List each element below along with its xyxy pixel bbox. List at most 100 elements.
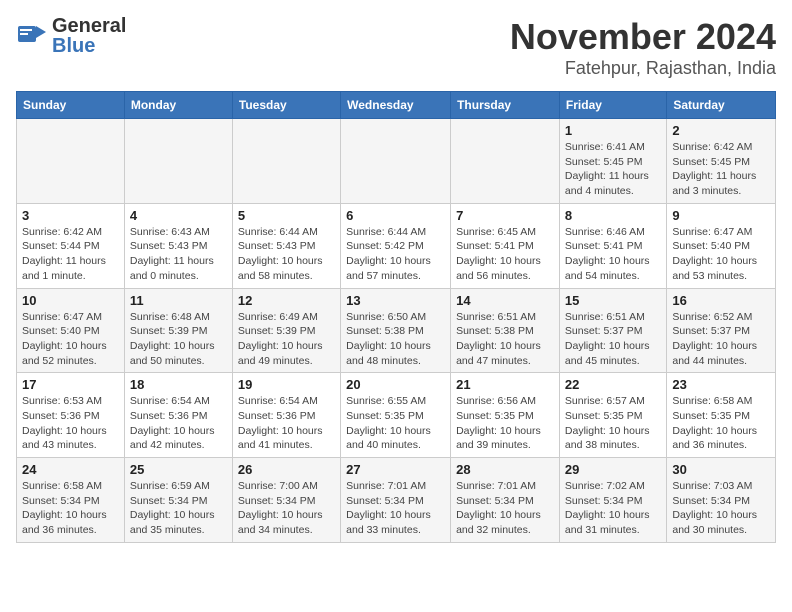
calendar-cell: 2 Sunrise: 6:42 AM Sunset: 5:45 PM Daylig… xyxy=(667,119,776,204)
logo: GeneralBlue xyxy=(16,16,126,56)
day-number: 20 xyxy=(346,377,445,392)
calendar-title-area: November 2024 Fatehpur, Rajasthan, India xyxy=(510,16,776,79)
day-number: 5 xyxy=(238,208,335,223)
day-info: Sunrise: 6:51 AM Sunset: 5:37 PM Dayligh… xyxy=(565,310,661,369)
day-info: Sunrise: 6:50 AM Sunset: 5:38 PM Dayligh… xyxy=(346,310,445,369)
day-info: Sunrise: 6:52 AM Sunset: 5:37 PM Dayligh… xyxy=(672,310,770,369)
calendar-week-1: 1Sunrise: 6:41 AM Sunset: 5:45 PM Daylig… xyxy=(17,119,776,204)
day-info: Sunrise: 7:01 AM Sunset: 5:34 PM Dayligh… xyxy=(346,479,445,538)
header-wednesday: Wednesday xyxy=(341,92,451,119)
calendar-cell: 16 Sunrise: 6:52 AM Sunset: 5:37 PM Dayli… xyxy=(667,288,776,373)
calendar-week-5: 24 Sunrise: 6:58 AM Sunset: 5:34 PM Dayli… xyxy=(17,458,776,543)
day-info: Sunrise: 6:42 AM Sunset: 5:44 PM Dayligh… xyxy=(22,225,119,284)
calendar-cell: 11Sunrise: 6:48 AM Sunset: 5:39 PM Dayli… xyxy=(124,288,232,373)
day-info: Sunrise: 7:00 AM Sunset: 5:34 PM Dayligh… xyxy=(238,479,335,538)
calendar-cell: 18 Sunrise: 6:54 AM Sunset: 5:36 PM Dayli… xyxy=(124,373,232,458)
calendar-cell: 22 Sunrise: 6:57 AM Sunset: 5:35 PM Dayli… xyxy=(559,373,666,458)
day-info: Sunrise: 6:48 AM Sunset: 5:39 PM Dayligh… xyxy=(130,310,227,369)
calendar-cell: 25Sunrise: 6:59 AM Sunset: 5:34 PM Dayli… xyxy=(124,458,232,543)
day-number: 17 xyxy=(22,377,119,392)
calendar-cell xyxy=(124,119,232,204)
day-number: 3 xyxy=(22,208,119,223)
header-tuesday: Tuesday xyxy=(232,92,340,119)
day-info: Sunrise: 6:53 AM Sunset: 5:36 PM Dayligh… xyxy=(22,394,119,453)
calendar-week-3: 10Sunrise: 6:47 AM Sunset: 5:40 PM Dayli… xyxy=(17,288,776,373)
day-number: 24 xyxy=(22,462,119,477)
calendar-cell: 14 Sunrise: 6:51 AM Sunset: 5:38 PM Dayli… xyxy=(451,288,560,373)
calendar-cell: 1Sunrise: 6:41 AM Sunset: 5:45 PM Daylig… xyxy=(559,119,666,204)
day-info: Sunrise: 6:58 AM Sunset: 5:34 PM Dayligh… xyxy=(22,479,119,538)
calendar-cell: 10Sunrise: 6:47 AM Sunset: 5:40 PM Dayli… xyxy=(17,288,125,373)
day-number: 18 xyxy=(130,377,227,392)
day-info: Sunrise: 6:44 AM Sunset: 5:43 PM Dayligh… xyxy=(238,225,335,284)
day-info: Sunrise: 6:54 AM Sunset: 5:36 PM Dayligh… xyxy=(238,394,335,453)
day-info: Sunrise: 6:51 AM Sunset: 5:38 PM Dayligh… xyxy=(456,310,554,369)
calendar-cell: 23Sunrise: 6:58 AM Sunset: 5:35 PM Dayli… xyxy=(667,373,776,458)
day-info: Sunrise: 6:59 AM Sunset: 5:34 PM Dayligh… xyxy=(130,479,227,538)
day-number: 10 xyxy=(22,293,119,308)
header-thursday: Thursday xyxy=(451,92,560,119)
day-info: Sunrise: 6:49 AM Sunset: 5:39 PM Dayligh… xyxy=(238,310,335,369)
calendar-cell: 9 Sunrise: 6:47 AM Sunset: 5:40 PM Daylig… xyxy=(667,203,776,288)
day-number: 8 xyxy=(565,208,661,223)
header-sunday: Sunday xyxy=(17,92,125,119)
day-info: Sunrise: 6:54 AM Sunset: 5:36 PM Dayligh… xyxy=(130,394,227,453)
month-title: November 2024 xyxy=(510,16,776,58)
calendar-cell xyxy=(17,119,125,204)
calendar-cell: 19 Sunrise: 6:54 AM Sunset: 5:36 PM Dayli… xyxy=(232,373,340,458)
calendar-cell: 28 Sunrise: 7:01 AM Sunset: 5:34 PM Dayli… xyxy=(451,458,560,543)
day-info: Sunrise: 7:03 AM Sunset: 5:34 PM Dayligh… xyxy=(672,479,770,538)
calendar-cell: 27 Sunrise: 7:01 AM Sunset: 5:34 PM Dayli… xyxy=(341,458,451,543)
calendar-cell: 30 Sunrise: 7:03 AM Sunset: 5:34 PM Dayli… xyxy=(667,458,776,543)
day-info: Sunrise: 7:01 AM Sunset: 5:34 PM Dayligh… xyxy=(456,479,554,538)
header-saturday: Saturday xyxy=(667,92,776,119)
calendar-table: SundayMondayTuesdayWednesdayThursdayFrid… xyxy=(16,91,776,543)
day-number: 12 xyxy=(238,293,335,308)
calendar-header-row: SundayMondayTuesdayWednesdayThursdayFrid… xyxy=(17,92,776,119)
day-info: Sunrise: 6:44 AM Sunset: 5:42 PM Dayligh… xyxy=(346,225,445,284)
calendar-cell: 3 Sunrise: 6:42 AM Sunset: 5:44 PM Daylig… xyxy=(17,203,125,288)
calendar-cell: 24 Sunrise: 6:58 AM Sunset: 5:34 PM Dayli… xyxy=(17,458,125,543)
day-info: Sunrise: 6:55 AM Sunset: 5:35 PM Dayligh… xyxy=(346,394,445,453)
calendar-cell: 29 Sunrise: 7:02 AM Sunset: 5:34 PM Dayli… xyxy=(559,458,666,543)
day-number: 2 xyxy=(672,123,770,138)
day-number: 15 xyxy=(565,293,661,308)
day-info: Sunrise: 6:47 AM Sunset: 5:40 PM Dayligh… xyxy=(672,225,770,284)
calendar-cell: 8 Sunrise: 6:46 AM Sunset: 5:41 PM Daylig… xyxy=(559,203,666,288)
day-number: 22 xyxy=(565,377,661,392)
day-number: 29 xyxy=(565,462,661,477)
day-number: 14 xyxy=(456,293,554,308)
logo-text: GeneralBlue xyxy=(52,16,126,56)
calendar-cell: 6 Sunrise: 6:44 AM Sunset: 5:42 PM Daylig… xyxy=(341,203,451,288)
calendar-cell xyxy=(232,119,340,204)
day-number: 4 xyxy=(130,208,227,223)
calendar-cell: 7Sunrise: 6:45 AM Sunset: 5:41 PM Daylig… xyxy=(451,203,560,288)
day-info: Sunrise: 6:57 AM Sunset: 5:35 PM Dayligh… xyxy=(565,394,661,453)
day-number: 9 xyxy=(672,208,770,223)
calendar-cell: 13 Sunrise: 6:50 AM Sunset: 5:38 PM Dayli… xyxy=(341,288,451,373)
day-number: 13 xyxy=(346,293,445,308)
header-monday: Monday xyxy=(124,92,232,119)
day-number: 27 xyxy=(346,462,445,477)
day-info: Sunrise: 6:45 AM Sunset: 5:41 PM Dayligh… xyxy=(456,225,554,284)
day-info: Sunrise: 6:43 AM Sunset: 5:43 PM Dayligh… xyxy=(130,225,227,284)
calendar-cell: 15 Sunrise: 6:51 AM Sunset: 5:37 PM Dayli… xyxy=(559,288,666,373)
day-number: 19 xyxy=(238,377,335,392)
calendar-cell: 5 Sunrise: 6:44 AM Sunset: 5:43 PM Daylig… xyxy=(232,203,340,288)
calendar-cell: 21 Sunrise: 6:56 AM Sunset: 5:35 PM Dayli… xyxy=(451,373,560,458)
calendar-week-4: 17 Sunrise: 6:53 AM Sunset: 5:36 PM Dayli… xyxy=(17,373,776,458)
day-info: Sunrise: 6:56 AM Sunset: 5:35 PM Dayligh… xyxy=(456,394,554,453)
day-number: 28 xyxy=(456,462,554,477)
day-number: 16 xyxy=(672,293,770,308)
day-info: Sunrise: 7:02 AM Sunset: 5:34 PM Dayligh… xyxy=(565,479,661,538)
day-number: 1 xyxy=(565,123,661,138)
day-number: 6 xyxy=(346,208,445,223)
day-number: 21 xyxy=(456,377,554,392)
calendar-cell xyxy=(451,119,560,204)
day-info: Sunrise: 6:42 AM Sunset: 5:45 PM Dayligh… xyxy=(672,140,770,199)
day-info: Sunrise: 6:46 AM Sunset: 5:41 PM Dayligh… xyxy=(565,225,661,284)
day-number: 26 xyxy=(238,462,335,477)
calendar-cell: 26 Sunrise: 7:00 AM Sunset: 5:34 PM Dayli… xyxy=(232,458,340,543)
day-number: 30 xyxy=(672,462,770,477)
calendar-cell xyxy=(341,119,451,204)
